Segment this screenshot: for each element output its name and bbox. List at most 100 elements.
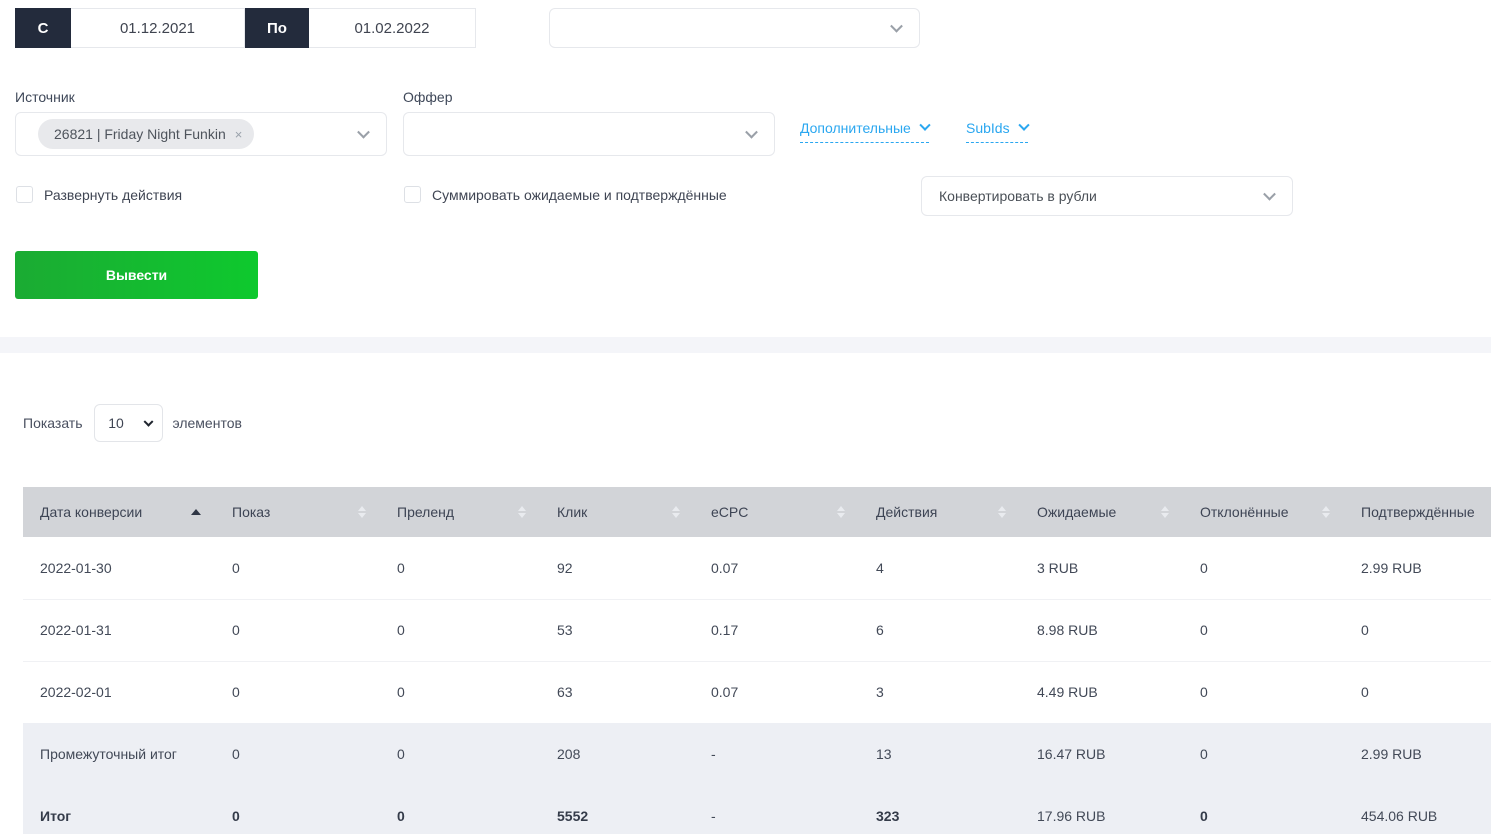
cell-actions: 6 (859, 598, 1020, 661)
sort-icon (672, 506, 680, 518)
period-select[interactable] (549, 8, 920, 48)
cell-confirmed: 454.06 RUB (1344, 785, 1491, 834)
column-header-conversion-date[interactable]: Дата конверсии (23, 487, 215, 537)
cell-subtotal-label: Промежуточный итог (23, 723, 215, 785)
currency-select[interactable]: Конвертировать в рубли (921, 176, 1293, 216)
column-label: Ожидаемые (1037, 504, 1117, 520)
page-size-value: 10 (108, 415, 124, 431)
cell-impressions: 0 (215, 537, 380, 599)
items-label: элементов (172, 415, 242, 431)
cell-expected: 16.47 RUB (1020, 723, 1183, 785)
cell-preland: 0 (380, 785, 540, 834)
cell-ecpc: 0.07 (694, 660, 859, 723)
chevron-down-icon (1263, 187, 1276, 201)
source-label: Источник (15, 89, 75, 105)
cell-rejected: 0 (1183, 785, 1344, 834)
chevron-down-icon (890, 19, 903, 33)
subids-link[interactable]: SubIds (966, 119, 1030, 143)
sort-icon (998, 506, 1006, 518)
sort-icon (1322, 506, 1330, 518)
cell-ecpc: - (694, 785, 859, 834)
source-tag: 26821 | Friday Night Funkin × (38, 119, 255, 149)
cell-impressions: 0 (215, 785, 380, 834)
show-label: Показать (23, 415, 83, 431)
sum-expected-confirmed-checkbox[interactable] (404, 186, 421, 203)
column-label: Подтверждённые (1361, 504, 1475, 520)
date-to-group: По (245, 8, 476, 48)
cell-clicks: 208 (540, 723, 694, 785)
cell-confirmed: 2.99 RUB (1344, 537, 1491, 599)
date-to-label: По (245, 8, 309, 48)
subtotal-row: Промежуточный итог 0 0 208 - 13 16.47 RU… (23, 723, 1491, 785)
chevron-down-icon (1017, 119, 1030, 131)
cell-total-label: Итог (23, 785, 215, 834)
section-separator (0, 337, 1491, 353)
table-header-row: Дата конверсии Показ Преленд Клик eCPC Д… (23, 487, 1491, 537)
offer-select[interactable] (403, 112, 775, 156)
additional-filters-link[interactable]: Дополнительные (800, 119, 931, 143)
stats-page: С По Источник Оффер 26821 | Friday Night… (0, 0, 1491, 834)
cell-clicks: 63 (540, 660, 694, 723)
cell-impressions: 0 (215, 598, 380, 661)
column-header-ecpc[interactable]: eCPC (694, 487, 859, 537)
cell-preland: 0 (380, 598, 540, 661)
stats-table: Дата конверсии Показ Преленд Клик eCPC Д… (23, 487, 1491, 834)
expand-actions-label: Развернуть действия (44, 186, 183, 203)
chevron-down-icon (745, 125, 758, 139)
date-from-input[interactable] (71, 8, 245, 48)
sort-icon (837, 506, 845, 518)
cell-rejected: 0 (1183, 598, 1344, 661)
cell-confirmed: 0 (1344, 660, 1491, 723)
cell-clicks: 92 (540, 537, 694, 599)
sort-icon (1161, 506, 1169, 518)
column-header-impressions[interactable]: Показ (215, 487, 380, 537)
column-header-actions[interactable]: Действия (859, 487, 1020, 537)
chevron-down-icon (143, 416, 153, 427)
cell-ecpc: - (694, 723, 859, 785)
column-label: Клик (557, 504, 588, 520)
chevron-down-icon (919, 119, 931, 131)
submit-button[interactable]: Вывести (15, 251, 258, 299)
table-row: 2022-01-30 0 0 92 0.07 4 3 RUB 0 2.99 RU… (23, 537, 1491, 599)
cell-expected: 8.98 RUB (1020, 598, 1183, 661)
cell-date: 2022-01-31 (23, 598, 215, 661)
cell-actions: 3 (859, 660, 1020, 723)
date-to-input[interactable] (309, 8, 476, 48)
column-label: eCPC (711, 504, 749, 520)
remove-tag-icon[interactable]: × (235, 127, 243, 142)
offer-label: Оффер (403, 89, 453, 105)
cell-preland: 0 (380, 537, 540, 599)
sort-icon (358, 506, 366, 518)
sum-expected-confirmed-label: Суммировать ожидаемые и подтверждённые (432, 186, 727, 203)
cell-actions: 4 (859, 537, 1020, 599)
cell-rejected: 0 (1183, 660, 1344, 723)
cell-clicks: 53 (540, 598, 694, 661)
date-from-label: С (15, 8, 71, 48)
column-label: Преленд (397, 504, 455, 520)
cell-clicks: 5552 (540, 785, 694, 834)
cell-date: 2022-01-30 (23, 537, 215, 599)
column-label: Отклонённые (1200, 504, 1289, 520)
column-header-expected[interactable]: Ожидаемые (1020, 487, 1183, 537)
expand-actions-checkbox[interactable] (16, 186, 33, 203)
column-header-preland[interactable]: Преленд (380, 487, 540, 537)
table-row: 2022-02-01 0 0 63 0.07 3 4.49 RUB 0 0 (23, 660, 1491, 723)
source-select[interactable]: 26821 | Friday Night Funkin × (15, 112, 387, 156)
subids-label: SubIds (966, 120, 1010, 136)
chevron-down-icon (357, 125, 370, 139)
column-label: Дата конверсии (40, 504, 143, 520)
cell-ecpc: 0.17 (694, 598, 859, 661)
sort-ascending-icon (191, 509, 201, 515)
sort-icon (518, 506, 526, 518)
cell-confirmed: 2.99 RUB (1344, 723, 1491, 785)
table-row: 2022-01-31 0 0 53 0.17 6 8.98 RUB 0 0 (23, 598, 1491, 661)
column-header-clicks[interactable]: Клик (540, 487, 694, 537)
stats-table-wrap: Дата конверсии Показ Преленд Клик eCPC Д… (23, 487, 1491, 834)
cell-actions: 323 (859, 785, 1020, 834)
total-row: Итог 0 0 5552 - 323 17.96 RUB 0 454.06 R… (23, 785, 1491, 834)
date-from-group: С (15, 8, 245, 48)
column-header-rejected[interactable]: Отклонённые (1183, 487, 1344, 537)
page-size-select[interactable]: 10 (93, 404, 163, 442)
cell-rejected: 0 (1183, 723, 1344, 785)
column-header-confirmed[interactable]: Подтверждённые (1344, 487, 1491, 537)
